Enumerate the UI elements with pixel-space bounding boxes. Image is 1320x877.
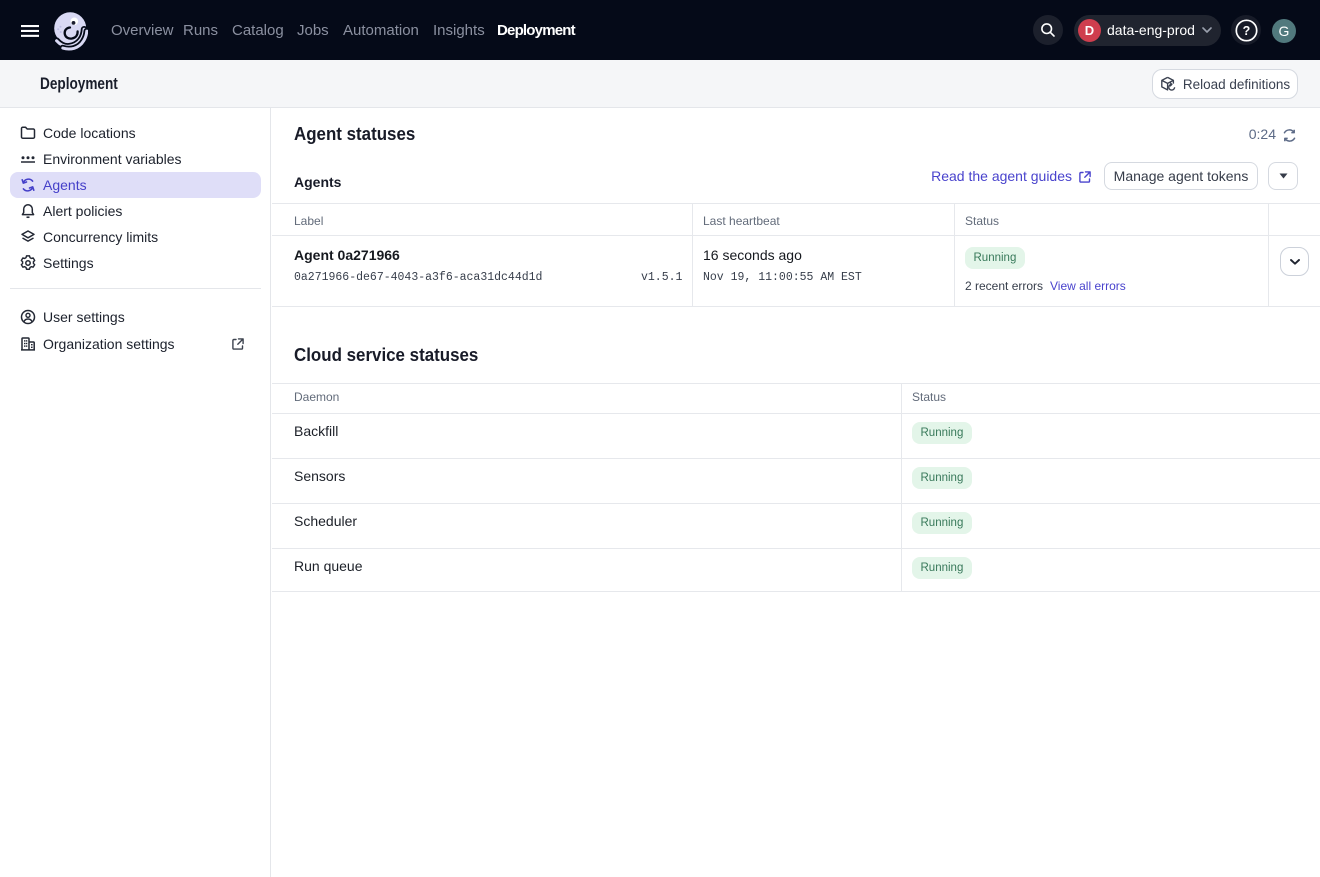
svg-text:?: ?	[1243, 24, 1251, 38]
